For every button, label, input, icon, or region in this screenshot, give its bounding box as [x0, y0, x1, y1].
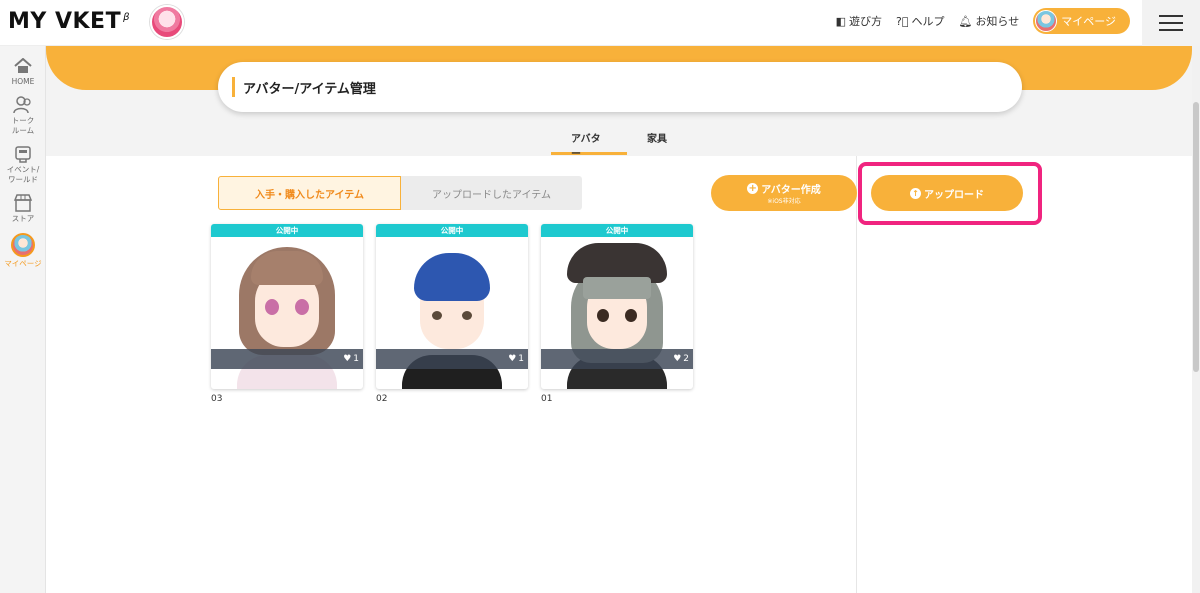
create-avatar-label: アバター作成 [761, 185, 821, 196]
nav-how-to-play[interactable]: ◧ 遊び方 [836, 13, 882, 29]
sidebar-label: HOME [11, 77, 35, 86]
header-nav: ◧ 遊び方 ?⃝ ヘルプ 🔔︎ お知らせ マイページ [836, 8, 1130, 34]
column-divider [856, 156, 857, 593]
avatar-icon [11, 233, 35, 258]
status-badge: 公開中 [376, 224, 528, 237]
logo-beta: β [123, 11, 130, 23]
sidebar-label: マイページ [4, 259, 42, 269]
sidebar-item-event-world[interactable]: イベント/ ワールド [0, 144, 46, 184]
sidebar-item-home[interactable]: HOME [0, 56, 46, 86]
mascot-icon [150, 5, 184, 39]
sidebar-item-talk-room[interactable]: トーク ルーム [0, 95, 46, 135]
menu-bar-icon [1159, 29, 1183, 31]
logo[interactable]: MY VKET β [8, 9, 130, 34]
scrollbar[interactable] [1192, 46, 1200, 593]
ios-note: ※iOS非対応 [767, 198, 801, 205]
event-icon [12, 144, 34, 164]
likes-bar: ♥ 2 [541, 349, 693, 369]
question-icon: ?⃝ [896, 14, 909, 28]
upload-button[interactable]: ↑ アップロード [871, 175, 1023, 211]
nav-label: お知らせ [975, 15, 1020, 28]
nav-help[interactable]: ?⃝ ヘルプ [896, 13, 944, 29]
nav-label: ヘルプ [911, 15, 945, 28]
sidebar-item-mypage[interactable]: マイページ [0, 233, 46, 268]
mypage-button[interactable]: マイページ [1033, 8, 1130, 34]
avatar-card[interactable]: 公開中 ♥ 1 [211, 224, 363, 389]
upload-arrow-icon: ↑ [910, 187, 921, 199]
hamburger-menu-button[interactable] [1142, 0, 1200, 46]
avatar-hair [414, 253, 490, 301]
avatar-eye [597, 309, 609, 322]
create-avatar-button[interactable]: + アバター作成 ※iOS非対応 [711, 175, 857, 211]
avatar-eye [295, 299, 309, 315]
avatar-eye [625, 309, 637, 322]
filter-acquired-button[interactable]: 入手・購入したアイテム [218, 176, 401, 210]
avatar-bangs [583, 277, 651, 299]
item-filter-toggle: 入手・購入したアイテム アップロードしたアイテム [218, 176, 582, 210]
title-accent [232, 77, 235, 97]
avatar-card[interactable]: 公開中 ♥ 1 [376, 224, 528, 389]
page-title: アバター/アイテム管理 [243, 81, 376, 97]
avatar-name: 03 [211, 394, 223, 404]
tab-avatar[interactable]: アバター [551, 126, 627, 160]
sidebar-item-store[interactable]: ストア [0, 193, 46, 223]
heart-icon: ♥ [508, 354, 517, 364]
sidebar-label: ストア [11, 213, 35, 223]
page-title-bar: アバター/アイテム管理 [218, 62, 1022, 112]
sidebar: HOME トーク ルーム イベント/ ワールド ストア マイページ [0, 46, 46, 593]
bell-icon: 🔔︎ [958, 14, 973, 28]
avatar-thumbnail: ♥ 1 [211, 237, 363, 389]
likes-count: 1 [518, 354, 524, 364]
heart-icon: ♥ [673, 354, 682, 364]
tab-furniture[interactable]: 家具 [627, 126, 687, 155]
avatar-card[interactable]: 公開中 ♥ 2 [541, 224, 693, 389]
plus-icon: + [747, 183, 759, 194]
top-header: MY VKET β ◧ 遊び方 ?⃝ ヘルプ 🔔︎ お知らせ マイページ [0, 0, 1200, 46]
menu-bar-icon [1159, 22, 1183, 24]
nav-label: 遊び方 [849, 15, 883, 28]
avatar-eye [265, 299, 279, 315]
likes-count: 1 [353, 354, 359, 364]
avatar-bangs [251, 251, 323, 285]
avatar-name: 01 [541, 394, 553, 404]
heart-icon: ♥ [343, 354, 352, 364]
menu-bar-icon [1159, 15, 1183, 17]
avatar-eye [462, 311, 472, 320]
avatar-thumbnail: ♥ 2 [541, 237, 693, 389]
category-tabs: アバター 家具 [46, 126, 1192, 160]
sidebar-label: トーク ルーム [11, 116, 35, 135]
status-badge: 公開中 [541, 224, 693, 237]
home-icon [12, 56, 34, 76]
mypage-label: マイページ [1061, 15, 1116, 28]
likes-count: 2 [683, 354, 689, 364]
avatar-eye [432, 311, 442, 320]
avatar-thumbnail: ♥ 1 [376, 237, 528, 389]
upload-label: アップロード [924, 189, 984, 201]
nav-notifications[interactable]: 🔔︎ お知らせ [958, 13, 1019, 29]
filter-label: アップロードしたアイテム [432, 189, 551, 201]
likes-bar: ♥ 1 [211, 349, 363, 369]
people-icon [12, 95, 34, 115]
sidebar-label: イベント/ ワールド [6, 165, 40, 184]
tab-label: 家具 [647, 134, 667, 145]
scrollbar-thumb[interactable] [1193, 102, 1199, 372]
book-icon: ◧ [835, 14, 847, 28]
likes-bar: ♥ 1 [376, 349, 528, 369]
status-badge: 公開中 [211, 224, 363, 237]
store-icon [12, 193, 34, 213]
filter-uploaded-button[interactable]: アップロードしたアイテム [401, 176, 582, 210]
logo-text: MY VKET [8, 9, 122, 34]
tab-label: アバター [571, 134, 601, 160]
avatar-name: 02 [376, 394, 388, 404]
avatar [1035, 10, 1058, 32]
filter-label: 入手・購入したアイテム [255, 189, 364, 201]
